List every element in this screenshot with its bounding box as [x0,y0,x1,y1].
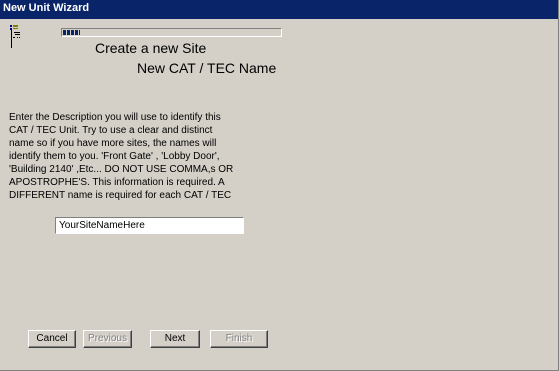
wizard-window: New Unit Wizard Create a new Site New CA… [0,0,559,371]
progress-fill [63,30,80,35]
next-button[interactable]: Next [150,330,200,348]
description-text: Enter the Description you will use to id… [9,112,234,201]
previous-button[interactable]: Previous [83,330,132,348]
window-title: New Unit Wizard [3,2,90,14]
heading-create-site: Create a new Site [95,40,207,56]
site-name-input[interactable] [55,217,244,234]
wizard-tree-icon [10,25,32,53]
progress-bar [61,28,282,37]
cancel-button[interactable]: Cancel [28,330,76,348]
finish-button[interactable]: Finish [210,330,268,348]
title-bar[interactable]: New Unit Wizard [0,0,558,19]
heading-cat-tec-name: New CAT / TEC Name [137,60,277,76]
